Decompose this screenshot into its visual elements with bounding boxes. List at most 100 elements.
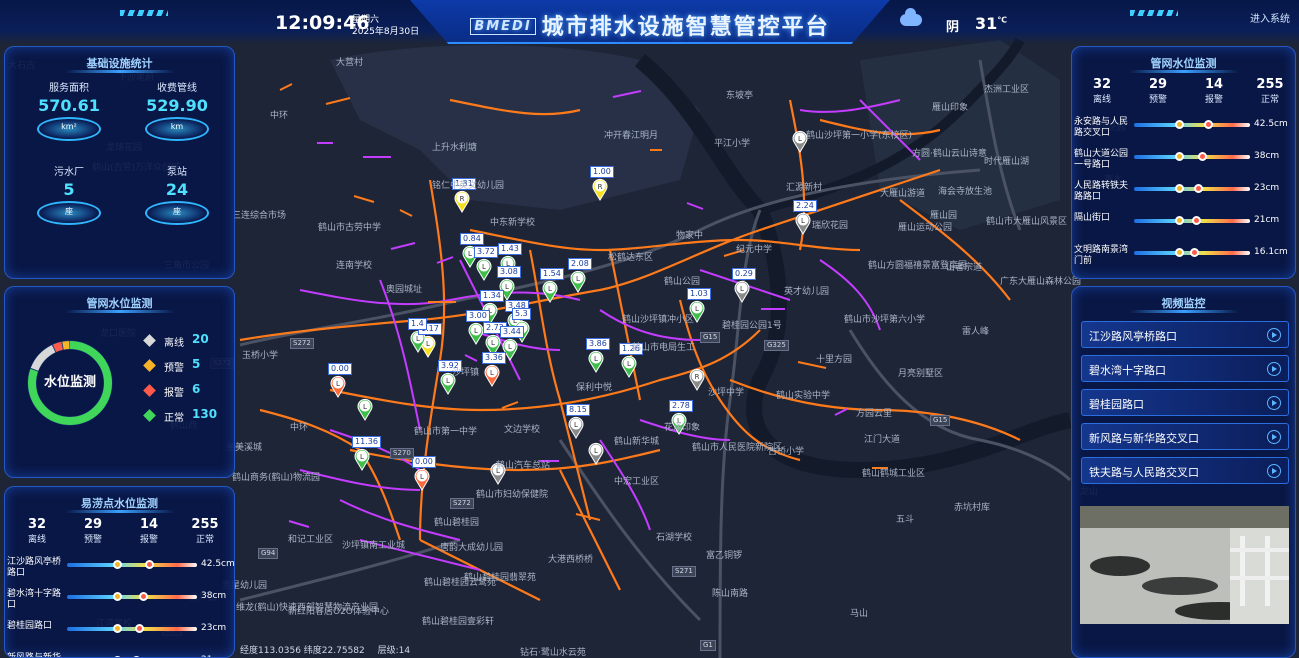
legend-value: 20: [192, 332, 209, 346]
map-pin-value[interactable]: 1.34: [480, 290, 504, 302]
header-deco-right: [1130, 10, 1178, 16]
map-pin-value[interactable]: 1.00: [590, 166, 614, 178]
count-number: 14: [139, 517, 159, 532]
video-panel: 视频监控 江沙路风亭桥路口 碧水湾十字路口 碧桂园路口新风路与新华路交叉口 铁夫路与人…: [1071, 286, 1296, 658]
map-label: 花泽印象: [664, 423, 701, 433]
map-label: 江门大道: [864, 435, 901, 445]
map-pin-value[interactable]: 0.00: [328, 363, 352, 375]
map-pin-type: R: [598, 183, 603, 191]
count-0: 32 离线: [1076, 77, 1128, 105]
map-pin-value[interactable]: 1.03: [687, 288, 711, 300]
map-label: 方园云里: [856, 409, 893, 419]
map-label: 古桥小学: [768, 447, 805, 457]
map-label: 文边学校: [504, 425, 541, 435]
top-bar: 12:09:46 星期六 2025年8月30日 BMEDI 城市排水设施智慧管控平…: [0, 0, 1299, 44]
count-1: 29 预警: [1132, 77, 1184, 105]
play-icon[interactable]: [1267, 430, 1281, 444]
gauge-bar: [1134, 152, 1250, 161]
count-3: 255 正常: [1244, 77, 1295, 105]
gauge-level-marker: [1203, 120, 1213, 129]
map-pin-type: L: [416, 335, 420, 343]
play-icon[interactable]: [1267, 396, 1281, 410]
play-icon[interactable]: [1267, 328, 1281, 342]
map-pin-value[interactable]: 1.4: [408, 318, 427, 330]
legend-normal: 正常 130: [143, 407, 217, 424]
gauge-name: 人民路转铁夫路路口: [1074, 181, 1129, 202]
map-label: 鹤山市妇幼保健院: [476, 490, 549, 500]
page-title: BMEDI 城市排水设施智慧管控平台: [410, 9, 890, 41]
map-pin-value[interactable]: 2.78: [669, 400, 693, 412]
map-pin-value[interactable]: 0.00: [412, 456, 436, 468]
legend-warning: 预警 5: [143, 357, 215, 374]
video-title: 视频监控: [1072, 295, 1295, 311]
diamond-icon: [143, 334, 156, 347]
map-pin-type: L: [468, 250, 472, 258]
video-preview[interactable]: [1080, 506, 1289, 624]
stat-unit: 座: [173, 207, 181, 216]
map-pin-value[interactable]: 1.43: [498, 243, 522, 255]
gauge-name: 新风路与新华: [7, 653, 62, 658]
map-pin-value[interactable]: 3.00: [466, 310, 490, 322]
clock-date: 2025年8月30日: [352, 27, 420, 37]
video-item[interactable]: 碧桂园路口: [1081, 389, 1289, 416]
page-title-text: 城市排水设施智慧管控平台: [541, 15, 830, 40]
gauge-name: 江沙路风亭桥路口: [7, 557, 62, 578]
map-pin-value[interactable]: 8.15: [566, 404, 590, 416]
pipe-fragment: [288, 520, 310, 528]
count-2: 14 报警: [1188, 77, 1240, 105]
stat-service-area: 服务面积 570.61 km²: [19, 79, 119, 141]
pipe-fragment: [325, 97, 351, 105]
map-pin-type: L: [360, 453, 364, 461]
map-pin-value[interactable]: 11.36: [352, 436, 381, 448]
map-label: 雁山园: [930, 211, 958, 221]
map-pin-type: L: [798, 135, 802, 143]
map-pin-value[interactable]: 1.54: [540, 268, 564, 280]
video-item[interactable]: 碧水湾十字路口: [1081, 355, 1289, 382]
pipe-fragment: [279, 83, 293, 91]
count-number: 255: [191, 517, 219, 532]
stat-disc: km²: [37, 117, 101, 141]
map-pin-type: L: [548, 285, 552, 293]
play-icon[interactable]: [1267, 464, 1281, 478]
map-label: 马山: [850, 609, 869, 619]
play-icon[interactable]: [1267, 362, 1281, 376]
map-label: 三连综合市场: [232, 211, 287, 221]
map-label: 大营村: [336, 58, 364, 68]
pipe-fragment: [436, 256, 454, 264]
map-pin-value[interactable]: 3.86: [586, 338, 610, 350]
gauge-bar: [1134, 248, 1250, 257]
count-number: 32: [1092, 77, 1112, 92]
map-label: 大雁山游道: [880, 189, 926, 199]
map-pin-value[interactable]: 3.36: [482, 352, 506, 364]
flood-point-title: 易涝点水位监测: [5, 495, 234, 511]
gauge-level-marker: [1189, 248, 1199, 257]
map-label: 保利中悦: [576, 383, 613, 393]
map-pin-value[interactable]: 2.24: [793, 200, 817, 212]
enter-system-link[interactable]: 进入系统: [1250, 10, 1290, 25]
temperature: 31℃: [975, 14, 1007, 33]
map-label: 东坡亭: [726, 91, 754, 101]
gauge-value: 21cm: [1254, 215, 1280, 225]
count-label: 预警: [1148, 95, 1167, 105]
map-label: 鹤山鹤城工业区: [862, 469, 926, 479]
map-pin-value[interactable]: 2.08: [568, 258, 592, 270]
video-item[interactable]: 新风路与新华路交叉口: [1081, 423, 1289, 450]
video-item[interactable]: 江沙路风亭桥路口: [1081, 321, 1289, 348]
map-pin-value[interactable]: 5.3: [512, 308, 531, 320]
map-label: 广东大雁山森林公园: [1000, 277, 1082, 287]
video-frame-pipe: [1265, 536, 1270, 606]
stat-value: 5: [63, 180, 75, 199]
gauge-value: 38cm: [1254, 151, 1280, 161]
video-frame-rail: [1230, 576, 1289, 580]
map-pin-value[interactable]: 3.44: [500, 326, 524, 338]
gauge-name: 鹤山大道公园一号路口: [1074, 149, 1129, 170]
map-pin-value[interactable]: 0.84: [460, 233, 484, 245]
map-pin-value[interactable]: 0.29: [732, 268, 756, 280]
gauge-warning-marker: [112, 624, 122, 633]
map-label: 鹤山市沙坪第六小学: [844, 315, 926, 325]
map-pin-value[interactable]: 3.08: [497, 266, 521, 278]
video-item[interactable]: 铁夫路与人民路交叉口: [1081, 457, 1289, 484]
stat-disc: 座: [145, 201, 209, 225]
stat-value: 529.90: [146, 96, 208, 115]
map-pin-value[interactable]: 3.72: [474, 246, 498, 258]
